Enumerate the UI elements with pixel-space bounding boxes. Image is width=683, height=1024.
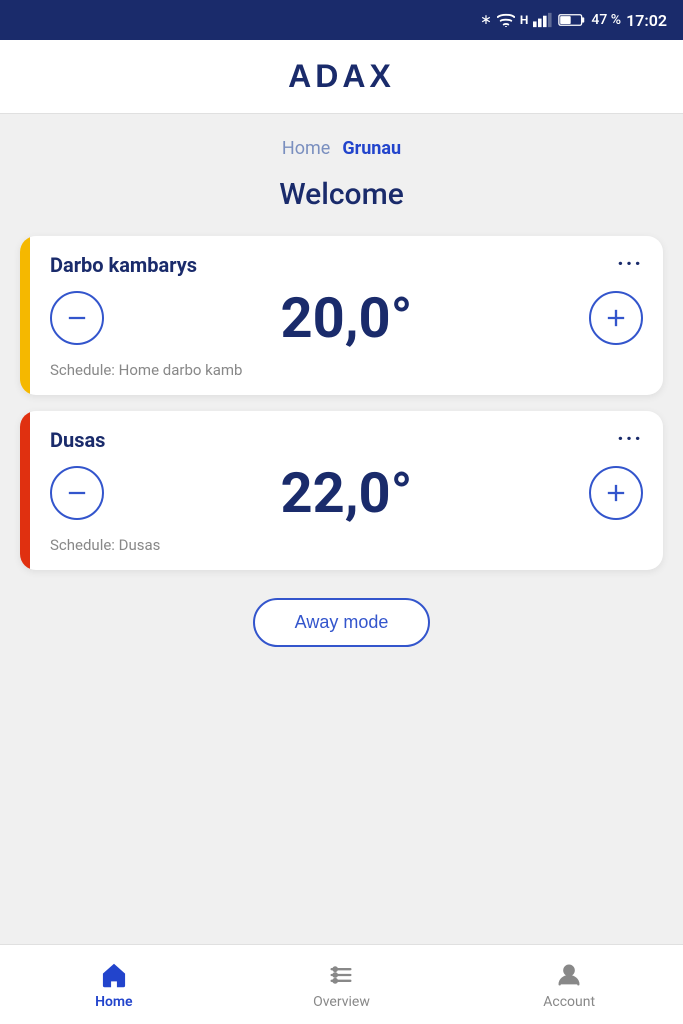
- account-nav-icon: [554, 960, 584, 990]
- card-accent-dusas: [20, 411, 30, 570]
- card-title-dusas: Dusas: [50, 428, 105, 452]
- device-card-dusas: Dusas ··· 22,0° Schedule: Dusas: [20, 411, 663, 570]
- card-title-darbo: Darbo kambarys: [50, 253, 197, 277]
- app-header: ADAX: [0, 40, 683, 114]
- card-accent-darbo: [20, 236, 30, 395]
- away-mode-button[interactable]: Away mode: [253, 598, 431, 647]
- wifi-icon: [497, 13, 515, 27]
- card-menu-dusas[interactable]: ···: [617, 427, 643, 452]
- h-icon: H: [520, 13, 528, 27]
- device-cards: Darbo kambarys ··· 20,0° Schedule: Home …: [0, 236, 683, 570]
- decrease-btn-darbo[interactable]: [50, 291, 104, 345]
- decrease-btn-dusas[interactable]: [50, 466, 104, 520]
- nav-item-account[interactable]: Account: [519, 960, 619, 1010]
- main-content: Home Grunau Welcome Darbo kambarys ··· 2…: [0, 114, 683, 944]
- card-schedule-darbo: Schedule: Home darbo kamb: [50, 361, 643, 379]
- card-header-darbo: Darbo kambarys ···: [50, 252, 643, 277]
- increase-btn-dusas[interactable]: [589, 466, 643, 520]
- battery-icon: [558, 12, 586, 28]
- away-mode-container: Away mode: [0, 570, 683, 667]
- card-controls-darbo: 20,0°: [50, 285, 643, 351]
- signal-icon: [533, 12, 553, 28]
- nav-label-home: Home: [95, 994, 133, 1010]
- overview-nav-icon: [326, 960, 356, 990]
- nav-label-account: Account: [543, 994, 595, 1010]
- status-bar: ∗ H 47 % 17:02: [0, 0, 683, 40]
- breadcrumb-active[interactable]: Grunau: [342, 138, 401, 159]
- nav-label-overview: Overview: [313, 994, 370, 1010]
- app-logo: ADAX: [288, 58, 395, 95]
- card-body-dusas: Dusas ··· 22,0° Schedule: Dusas: [30, 411, 663, 570]
- card-controls-dusas: 22,0°: [50, 460, 643, 526]
- increase-btn-darbo[interactable]: [589, 291, 643, 345]
- breadcrumb: Home Grunau: [0, 114, 683, 167]
- welcome-title: Welcome: [0, 167, 683, 236]
- device-card-darbo: Darbo kambarys ··· 20,0° Schedule: Home …: [20, 236, 663, 395]
- card-menu-darbo[interactable]: ···: [617, 252, 643, 277]
- nav-item-overview[interactable]: Overview: [291, 960, 391, 1010]
- battery-percent: 47 %: [591, 12, 621, 28]
- breadcrumb-home[interactable]: Home: [282, 138, 330, 159]
- card-body-darbo: Darbo kambarys ··· 20,0° Schedule: Home …: [30, 236, 663, 395]
- bluetooth-icon: ∗: [480, 12, 492, 28]
- home-nav-icon: [99, 960, 129, 990]
- bottom-nav: Home Overview Account: [0, 944, 683, 1024]
- temp-display-dusas: 22,0°: [281, 460, 413, 526]
- card-schedule-dusas: Schedule: Dusas: [50, 536, 643, 554]
- nav-item-home[interactable]: Home: [64, 960, 164, 1010]
- status-icons: ∗ H 47 % 17:02: [480, 11, 667, 30]
- card-header-dusas: Dusas ···: [50, 427, 643, 452]
- time: 17:02: [626, 11, 667, 30]
- temp-display-darbo: 20,0°: [281, 285, 413, 351]
